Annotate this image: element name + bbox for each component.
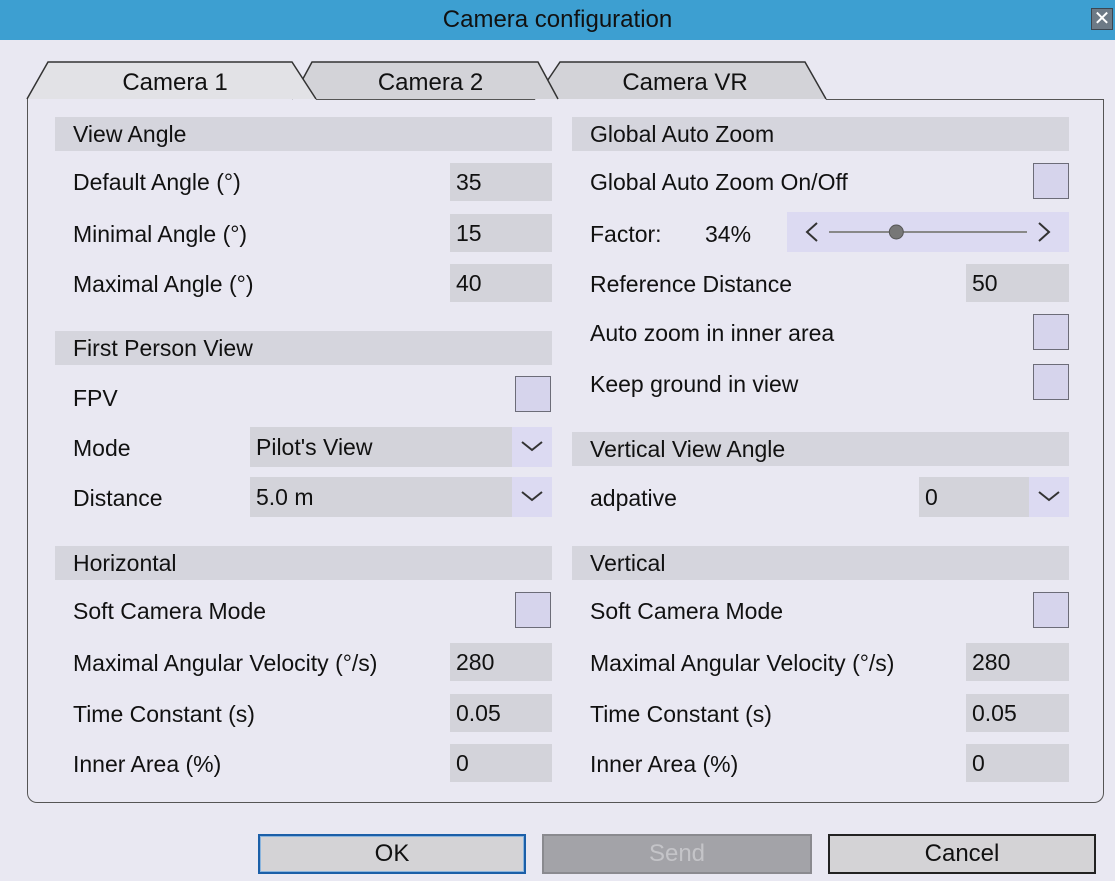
- tab-camera-2[interactable]: Camera 2: [318, 68, 543, 98]
- section-vertical: Vertical: [572, 546, 1069, 580]
- distance-label: Distance: [73, 485, 163, 511]
- vertical-view-mode-label: adpative: [590, 485, 677, 511]
- panel-top-border: [316, 99, 535, 100]
- v-time-constant-field[interactable]: 0.05: [966, 694, 1069, 732]
- maximal-angle-label: Maximal Angle (°): [73, 271, 254, 297]
- chevron-left-icon: [805, 222, 818, 242]
- h-velocity-label: Maximal Angular Velocity (°/s): [73, 650, 378, 676]
- v-inner-area-label: Inner Area (%): [590, 751, 739, 777]
- section-global-auto-zoom: Global Auto Zoom: [572, 117, 1069, 151]
- chevron-right-icon: [1038, 222, 1051, 242]
- v-soft-camera-checkbox[interactable]: [1033, 592, 1069, 628]
- h-velocity-field[interactable]: 280: [450, 643, 552, 681]
- send-button[interactable]: Send: [542, 834, 812, 874]
- panel-top-border: [826, 99, 1104, 100]
- v-inner-area-field[interactable]: 0: [966, 744, 1069, 782]
- ok-button[interactable]: OK: [258, 834, 526, 874]
- section-first-person-view: First Person View: [55, 331, 552, 365]
- close-button[interactable]: ✕: [1091, 8, 1113, 30]
- chevron-down-icon: [1038, 491, 1060, 502]
- chevron-down-icon: [521, 491, 543, 502]
- fpv-checkbox[interactable]: [515, 376, 551, 412]
- v-velocity-label: Maximal Angular Velocity (°/s): [590, 650, 895, 676]
- title-bar: Camera configuration ✕: [0, 0, 1115, 40]
- tab-camera-vr[interactable]: Camera VR: [565, 68, 805, 98]
- default-angle-label: Default Angle (°): [73, 169, 241, 195]
- fpv-label: FPV: [73, 385, 118, 411]
- keep-ground-checkbox[interactable]: [1033, 364, 1069, 400]
- factor-value: 34%: [705, 221, 752, 247]
- auto-zoom-onoff-checkbox[interactable]: [1033, 163, 1069, 199]
- v-soft-camera-label: Soft Camera Mode: [590, 598, 784, 624]
- mode-label: Mode: [73, 435, 131, 461]
- h-time-constant-label: Time Constant (s): [73, 701, 255, 727]
- maximal-angle-field[interactable]: 40: [450, 264, 552, 302]
- minimal-angle-label: Minimal Angle (°): [73, 221, 248, 247]
- section-view-angle: View Angle: [55, 117, 552, 151]
- vertical-view-value: 0: [925, 484, 938, 510]
- slider-thumb: [888, 224, 904, 240]
- vertical-view-dropdown-button[interactable]: [1029, 477, 1069, 517]
- keep-ground-label: Keep ground in view: [590, 371, 799, 397]
- close-icon: ✕: [1093, 8, 1111, 30]
- mode-dropdown[interactable]: Pilot's View: [250, 427, 552, 467]
- auto-zoom-inner-label: Auto zoom in inner area: [590, 320, 835, 346]
- distance-value: 5.0 m: [256, 484, 314, 510]
- distance-dropdown[interactable]: 5.0 m: [250, 477, 552, 517]
- h-inner-area-label: Inner Area (%): [73, 751, 222, 777]
- vertical-view-dropdown[interactable]: 0: [919, 477, 1069, 517]
- h-soft-camera-label: Soft Camera Mode: [73, 598, 267, 624]
- tab-camera-1[interactable]: Camera 1: [60, 68, 290, 98]
- window-title: Camera configuration: [442, 6, 673, 33]
- chevron-down-icon: [521, 441, 543, 452]
- minimal-angle-field[interactable]: 15: [450, 214, 552, 252]
- default-angle-field[interactable]: 35: [450, 163, 552, 201]
- reference-distance-field[interactable]: 50: [966, 264, 1069, 302]
- reference-distance-label: Reference Distance: [590, 271, 792, 297]
- mode-value: Pilot's View: [256, 434, 373, 460]
- auto-zoom-onoff-label: Global Auto Zoom On/Off: [590, 169, 848, 195]
- h-inner-area-field[interactable]: 0: [450, 744, 552, 782]
- factor-label: Factor:: [590, 221, 662, 247]
- h-time-constant-field[interactable]: 0.05: [450, 694, 552, 732]
- mode-dropdown-button[interactable]: [512, 427, 552, 467]
- h-soft-camera-checkbox[interactable]: [515, 592, 551, 628]
- v-time-constant-label: Time Constant (s): [590, 701, 772, 727]
- v-velocity-field[interactable]: 280: [966, 643, 1069, 681]
- section-horizontal: Horizontal: [55, 546, 552, 580]
- factor-slider[interactable]: [787, 212, 1069, 252]
- section-vertical-view-angle: Vertical View Angle: [572, 432, 1069, 466]
- auto-zoom-inner-checkbox[interactable]: [1033, 314, 1069, 350]
- distance-dropdown-button[interactable]: [512, 477, 552, 517]
- cancel-button[interactable]: Cancel: [828, 834, 1096, 874]
